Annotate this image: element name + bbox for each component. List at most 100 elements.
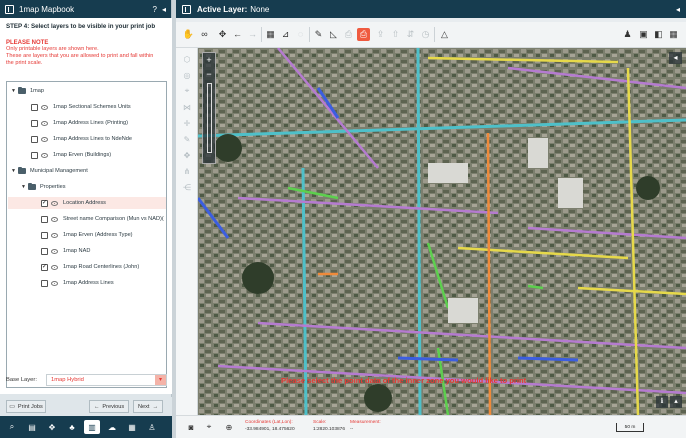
arrow-left-icon: ← bbox=[93, 403, 100, 410]
hand-icon[interactable]: ✋ bbox=[182, 28, 195, 41]
tab-documents[interactable]: ▤ bbox=[24, 420, 40, 434]
tree-layer[interactable]: 1map Address Lines (Printing) bbox=[31, 117, 128, 129]
export-icon[interactable]: ⇧ bbox=[389, 28, 402, 41]
photo-icon[interactable]: ▣ bbox=[637, 28, 650, 41]
tree-layer[interactable]: 1map Erven (Buildings) bbox=[31, 149, 111, 161]
chevron-down-icon[interactable]: ▾ bbox=[155, 375, 166, 385]
eye-icon[interactable] bbox=[41, 152, 48, 158]
tab-user[interactable]: ♙ bbox=[144, 420, 160, 434]
tree-layer[interactable]: 1map Address Lines bbox=[41, 277, 114, 289]
print-jobs-button[interactable]: ▭ Print Jobs bbox=[6, 400, 46, 413]
eye-icon[interactable] bbox=[41, 104, 48, 110]
layer-checkbox[interactable] bbox=[41, 247, 48, 255]
share-node-icon[interactable]: ⋈ bbox=[182, 102, 192, 112]
next-button[interactable]: Next → bbox=[133, 400, 163, 413]
base-layer-select[interactable]: 1map Hybrid ▾ bbox=[46, 374, 167, 386]
back-icon[interactable]: ← bbox=[231, 28, 244, 41]
eye-icon[interactable] bbox=[41, 120, 48, 126]
eye-icon[interactable] bbox=[51, 216, 58, 222]
info-icon[interactable]: ◌ bbox=[294, 28, 307, 41]
print-icon: ▭ bbox=[9, 404, 15, 410]
tab-mapbook[interactable]: ▥ bbox=[84, 420, 100, 434]
eye-icon[interactable] bbox=[51, 280, 58, 286]
layer-checkbox[interactable] bbox=[31, 119, 38, 127]
tree-layer-selected[interactable]: ✓ Location Address bbox=[8, 197, 166, 209]
location-pin-icon[interactable]: ⌖ bbox=[203, 421, 215, 433]
previous-button[interactable]: ← Previous bbox=[89, 400, 129, 413]
upload-icon[interactable]: ⇪ bbox=[374, 28, 387, 41]
tree-layer[interactable]: 1map Sectional Schemes Units bbox=[31, 101, 131, 113]
crosshair-icon[interactable]: ✛ bbox=[182, 118, 192, 128]
branch-icon[interactable]: ⋔ bbox=[182, 166, 192, 176]
layer-checkbox[interactable] bbox=[41, 231, 48, 239]
link-icon[interactable]: ⋲ bbox=[182, 182, 192, 192]
layer-checkbox-checked[interactable]: ✓ bbox=[41, 199, 48, 207]
eye-icon[interactable] bbox=[51, 264, 58, 270]
layer-checkbox[interactable] bbox=[31, 151, 38, 159]
print-preview-icon[interactable]: ⎙ bbox=[342, 28, 355, 41]
forward-icon[interactable]: → bbox=[246, 28, 259, 41]
tree-label: Location Address bbox=[63, 200, 106, 206]
print-icon[interactable]: ⎙ bbox=[357, 28, 370, 41]
tree-layer[interactable]: 1map Address Lines to NdeNde bbox=[31, 133, 132, 145]
person-icon[interactable]: ♟ bbox=[621, 28, 634, 41]
clock-icon[interactable]: ◷ bbox=[419, 28, 432, 41]
help-button[interactable]: ? bbox=[153, 5, 157, 14]
base-layer-value: 1map Hybrid bbox=[51, 377, 84, 383]
layer-checkbox-checked[interactable]: ✓ bbox=[41, 263, 48, 271]
pin-icon[interactable]: ⌖ bbox=[182, 86, 192, 96]
tree-folder-properties[interactable]: ▼ Properties bbox=[21, 181, 66, 193]
eye-icon[interactable] bbox=[51, 200, 58, 206]
aerial-map[interactable] bbox=[198, 48, 686, 415]
zoom-extent-icon[interactable]: ✥ bbox=[216, 28, 229, 41]
binoculars-icon[interactable]: ∞ bbox=[198, 28, 211, 41]
tab-library[interactable]: ▦ bbox=[124, 420, 140, 434]
pencil-icon[interactable]: ✎ bbox=[182, 134, 192, 144]
tab-search[interactable]: ⌕ bbox=[4, 420, 20, 434]
chart-icon[interactable]: ⊿ bbox=[279, 28, 292, 41]
layer-checkbox[interactable] bbox=[31, 103, 38, 111]
layout-icon[interactable]: ◧ bbox=[652, 28, 665, 41]
polygon-icon[interactable]: ⬡ bbox=[182, 54, 192, 64]
caret-down-icon[interactable]: ▼ bbox=[21, 184, 28, 190]
tree-label: 1map NAD bbox=[63, 248, 91, 254]
move-icon[interactable]: ✥ bbox=[182, 150, 192, 160]
crosshair-icon[interactable]: ⊕ bbox=[223, 421, 235, 433]
tree-layer[interactable]: 1map Erven (Address Type) bbox=[41, 229, 133, 241]
caret-down-icon[interactable]: ▼ bbox=[11, 168, 18, 174]
measure-area-icon[interactable]: ◺ bbox=[327, 28, 340, 41]
caret-down-icon[interactable]: ▼ bbox=[11, 88, 18, 94]
zoom-out-icon[interactable]: − bbox=[203, 67, 215, 81]
tab-trees[interactable]: ♣ bbox=[64, 420, 80, 434]
camera-icon[interactable]: ◙ bbox=[185, 421, 197, 433]
layer-checkbox[interactable] bbox=[41, 279, 48, 287]
ruler-icon[interactable]: ✎ bbox=[312, 28, 325, 41]
zoom-in-icon[interactable]: + bbox=[203, 53, 215, 67]
eye-icon[interactable] bbox=[41, 136, 48, 142]
tree-layer[interactable]: ✓ 1map Road Centerlines (John) bbox=[41, 261, 139, 273]
map-viewport[interactable]: ⬡ ◎ ⌖ ⋈ ✛ ✎ ✥ ⋔ ⋲ + − ◂ ℹ ▴ Please selec… bbox=[176, 48, 686, 415]
share-icon[interactable]: ⇵ bbox=[404, 28, 417, 41]
eye-icon[interactable] bbox=[51, 232, 58, 238]
collapse-panel-button[interactable]: ◂ bbox=[162, 5, 166, 14]
zoom-control[interactable]: + − bbox=[202, 52, 216, 164]
layer-checkbox[interactable] bbox=[41, 215, 48, 223]
tab-weather[interactable]: ☁ bbox=[104, 420, 120, 434]
eye-icon[interactable] bbox=[51, 248, 58, 254]
target-icon[interactable]: ◎ bbox=[182, 70, 192, 80]
layer-checkbox[interactable] bbox=[31, 135, 38, 143]
cloud-warning-icon[interactable]: △ bbox=[438, 28, 451, 41]
tree-folder-1map[interactable]: ▼ 1map bbox=[11, 85, 44, 97]
tree-label: 1map Erven (Address Type) bbox=[63, 232, 133, 238]
zoom-slider[interactable] bbox=[207, 83, 212, 153]
map-expand-button[interactable]: ▴ bbox=[670, 396, 682, 408]
tab-tools[interactable]: ✥ bbox=[44, 420, 60, 434]
tree-folder-municipal[interactable]: ▼ Municipal Management bbox=[11, 165, 88, 177]
map-info-button[interactable]: ℹ bbox=[656, 396, 668, 408]
grid-icon[interactable]: ▦ bbox=[264, 28, 277, 41]
grid-view-icon[interactable]: ▦ bbox=[667, 28, 680, 41]
collapse-icon[interactable]: ◂ bbox=[676, 5, 680, 14]
map-corner-toggle[interactable]: ◂ bbox=[669, 52, 682, 64]
tree-layer[interactable]: Street name Comparison (Mun vs NAD)( bbox=[41, 213, 164, 225]
tree-layer[interactable]: 1map NAD bbox=[41, 245, 90, 257]
